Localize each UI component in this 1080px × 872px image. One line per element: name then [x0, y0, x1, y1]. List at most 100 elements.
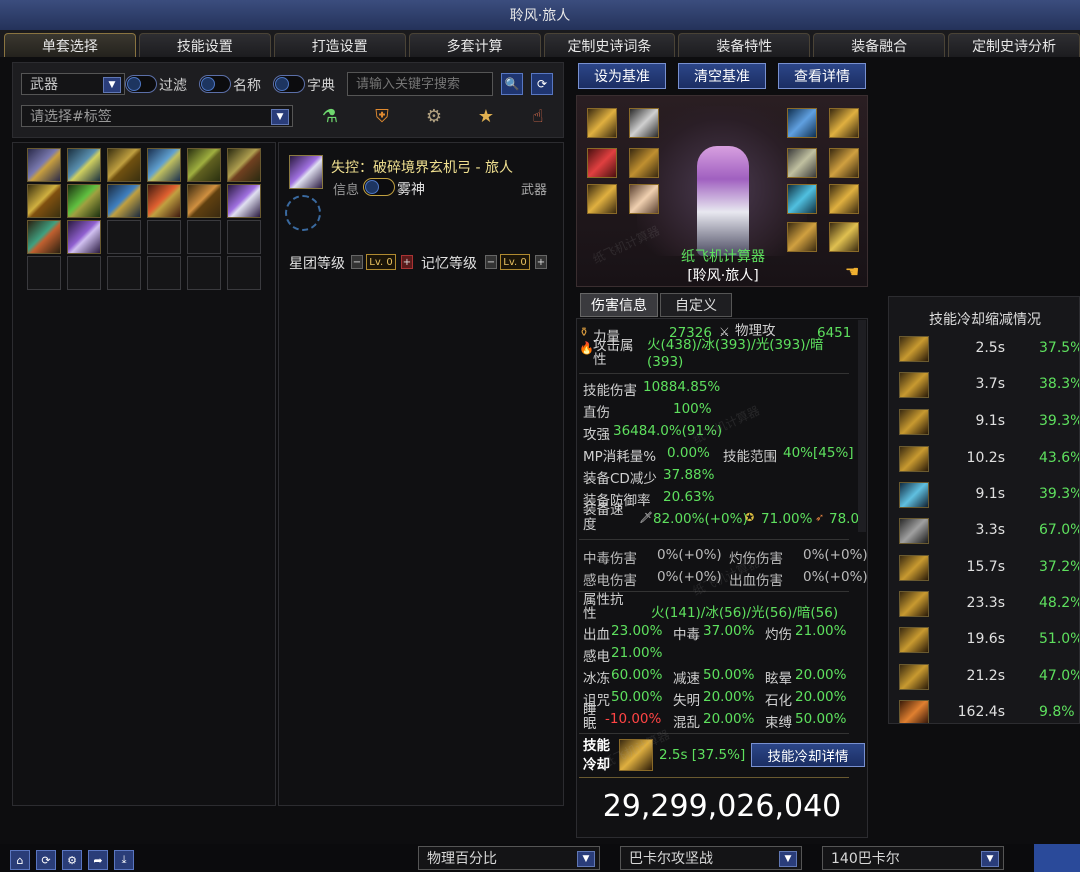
sync-button[interactable]: ⟳	[36, 850, 56, 870]
memory-plus-button[interactable]: +	[535, 255, 547, 269]
equip-slot[interactable]	[829, 148, 859, 178]
cooldown-row: 3.7s 38.3%	[889, 369, 1079, 401]
tab-skill-settings[interactable]: 技能设置	[138, 33, 271, 57]
equip-slot[interactable]	[787, 108, 817, 138]
hand-point-icon[interactable]: ☝	[527, 105, 549, 127]
item-slot[interactable]	[227, 184, 261, 218]
tag-select[interactable]: 请选择#标签 ▼	[21, 105, 293, 127]
item-slot[interactable]	[67, 184, 101, 218]
resist-slow-value: 50.00%	[703, 667, 755, 683]
item-slot[interactable]	[27, 220, 61, 254]
slot-select[interactable]: 武器 ▼	[21, 73, 125, 95]
empty-slot[interactable]	[187, 220, 221, 254]
burn-dmg-value: 0%(+0%)	[803, 547, 868, 563]
item-slot[interactable]	[187, 148, 221, 182]
cooldown-row: 9.1s 39.3%	[889, 479, 1079, 511]
set-base-button[interactable]: 设为基准	[578, 63, 666, 89]
shield-emblem-icon[interactable]: ⛨	[371, 105, 393, 127]
tab-craft-settings[interactable]: 打造设置	[273, 33, 406, 57]
equip-slot[interactable]	[629, 108, 659, 138]
raid-select[interactable]: 巴卡尔攻坚战 ▼	[620, 846, 802, 870]
tab-damage-info[interactable]: 伤害信息	[580, 293, 658, 317]
equip-slot[interactable]	[629, 184, 659, 214]
item-slot[interactable]	[67, 148, 101, 182]
tab-multi-set[interactable]: 多套计算	[408, 33, 541, 57]
star-minus-button[interactable]: −	[351, 255, 363, 269]
gear-icon[interactable]: ⚙	[423, 105, 445, 127]
potion-icon[interactable]: ⚗	[319, 105, 341, 127]
resist-slow-label: 减速	[673, 671, 700, 687]
equip-slot[interactable]	[587, 184, 617, 214]
empty-slot[interactable]	[227, 256, 261, 290]
atk-power-value: 36484.0%(91%)	[613, 423, 723, 439]
item-slot[interactable]	[147, 148, 181, 182]
cooldown-reduction: 67.0%	[1039, 522, 1080, 538]
dict-toggle[interactable]	[273, 75, 305, 93]
equip-slot[interactable]	[629, 148, 659, 178]
tab-equip-traits[interactable]: 装备特性	[678, 33, 811, 57]
item-slot[interactable]	[27, 148, 61, 182]
item-slot[interactable]	[107, 148, 141, 182]
item-slot[interactable]	[147, 184, 181, 218]
empty-slot[interactable]	[67, 256, 101, 290]
empty-slot[interactable]	[187, 256, 221, 290]
resist-bleed-value: 23.00%	[611, 623, 663, 639]
filter-toggle[interactable]	[125, 75, 157, 93]
refresh-button[interactable]: ⟳	[531, 73, 553, 95]
equip-slot[interactable]	[587, 148, 617, 178]
item-slot[interactable]	[107, 184, 141, 218]
calc-mode-select[interactable]: 物理百分比 ▼	[418, 846, 600, 870]
equip-slot[interactable]	[787, 184, 817, 214]
equip-slot[interactable]	[829, 108, 859, 138]
tab-equip-fusion[interactable]: 装备融合	[813, 33, 946, 57]
slot-select-value: 武器	[30, 77, 58, 93]
direct-dmg-label: 直伤	[583, 405, 610, 421]
memory-minus-button[interactable]: −	[485, 255, 497, 269]
search-button[interactable]: 🔍	[501, 73, 523, 95]
cooldown-reduction: 37.5%	[1039, 340, 1080, 356]
empty-slot[interactable]	[147, 256, 181, 290]
cooldown-time: 19.6s	[966, 631, 1005, 647]
window-title-bar: 聆风·旅人	[0, 0, 1080, 31]
name-toggle[interactable]	[199, 75, 231, 93]
tab-custom-epic-analysis[interactable]: 定制史诗分析	[948, 33, 1080, 57]
equip-cd-value: 37.88%	[663, 467, 715, 483]
star-plus-button[interactable]: +	[401, 255, 413, 269]
tab-single-set[interactable]: 单套选择	[4, 33, 136, 57]
cooldown-reduction: 9.8%	[1039, 704, 1075, 720]
resist-blind-value: 20.00%	[703, 689, 755, 705]
cooldown-reduction: 39.3%	[1039, 413, 1080, 429]
star-book-icon[interactable]: ★	[475, 105, 497, 127]
equip-slot[interactable]	[787, 148, 817, 178]
dict-toggle-label: 字典	[307, 78, 335, 94]
item-slot[interactable]	[67, 220, 101, 254]
equip-slot[interactable]	[829, 184, 859, 214]
view-detail-button[interactable]: 查看详情	[778, 63, 866, 89]
empty-slot[interactable]	[27, 256, 61, 290]
tab-custom[interactable]: 自定义	[660, 293, 732, 317]
search-input[interactable]	[347, 72, 493, 96]
item-slot[interactable]	[187, 184, 221, 218]
hand-pointer-icon[interactable]: ☚	[845, 262, 859, 281]
empty-slot[interactable]	[227, 220, 261, 254]
cooldown-row: 15.7s 37.2%	[889, 552, 1079, 584]
empty-slot[interactable]	[107, 256, 141, 290]
empty-slot[interactable]	[147, 220, 181, 254]
item-slot[interactable]	[227, 148, 261, 182]
stats-scrollbar[interactable]	[858, 320, 866, 532]
tag-select-placeholder: 请选择#标签	[30, 109, 112, 125]
home-button[interactable]: ⌂	[10, 850, 30, 870]
equip-slot[interactable]	[587, 108, 617, 138]
share-button[interactable]: ➦	[88, 850, 108, 870]
settings-button[interactable]: ⚙	[62, 850, 82, 870]
empty-slot[interactable]	[107, 220, 141, 254]
info-toggle[interactable]	[363, 178, 395, 196]
download-button[interactable]: ⤓	[114, 850, 134, 870]
target-select[interactable]: 140巴卡尔 ▼	[822, 846, 1004, 870]
clear-base-button[interactable]: 清空基准	[678, 63, 766, 89]
item-slot[interactable]	[27, 184, 61, 218]
skill-cd-detail-button[interactable]: 技能冷却详情	[751, 743, 865, 767]
bottom-action-button[interactable]	[1034, 844, 1080, 872]
tab-custom-epic-entries[interactable]: 定制史诗词条	[543, 33, 676, 57]
cooldown-time: 15.7s	[966, 559, 1005, 575]
